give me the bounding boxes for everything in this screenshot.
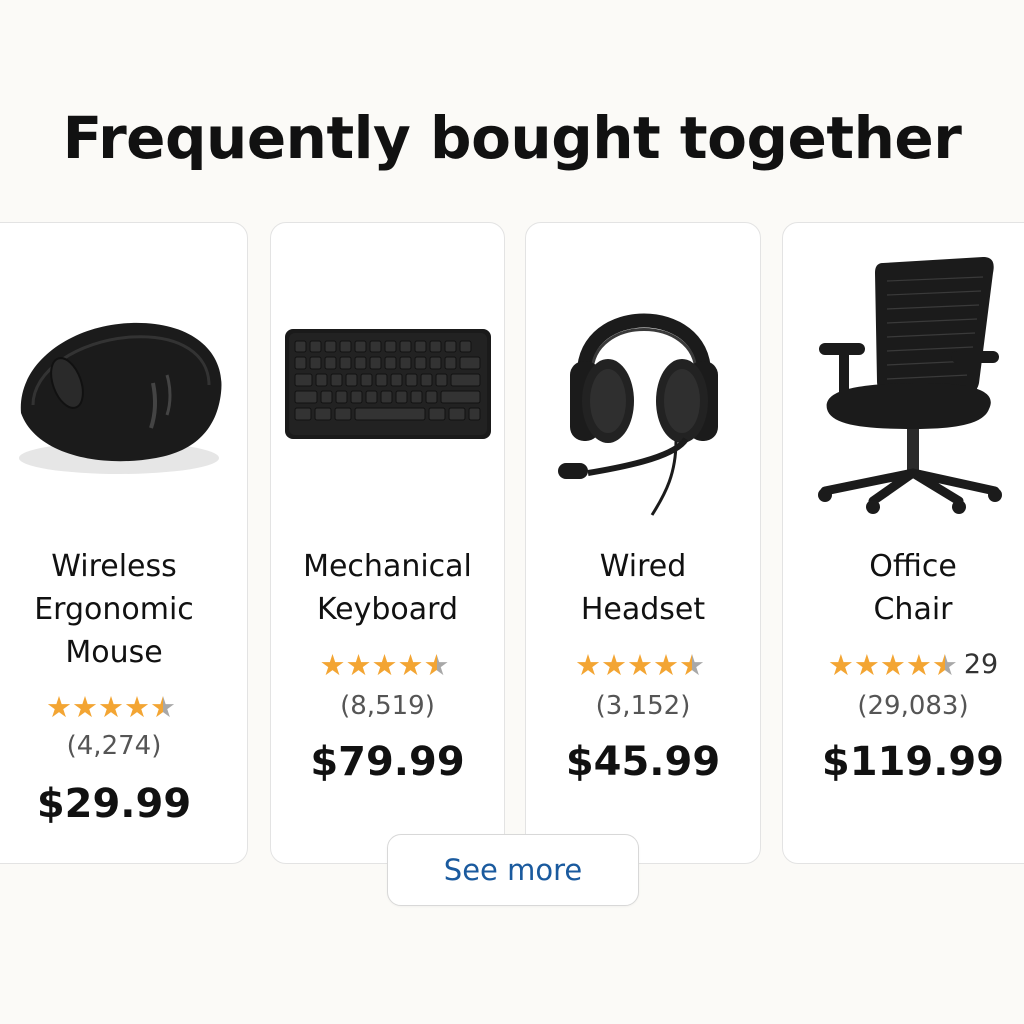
product-price: $119.99 (821, 739, 1005, 785)
product-card-headset[interactable]: Wired Headset ★★★★★ (3,152) $45.99 (525, 222, 761, 864)
section-title: Frequently bought together (62, 104, 962, 172)
headset-icon (558, 313, 718, 516)
half-star-icon: ★ (150, 690, 176, 724)
page: Frequently bought together Wireless Ergo… (0, 0, 1024, 1024)
star-icon: ★ (98, 690, 124, 724)
rating-extra: 29 (963, 649, 999, 680)
product-rating: ★★★★★ (0, 691, 247, 723)
star-icon: ★ (319, 648, 346, 682)
star-icon: ★ (371, 648, 398, 682)
star-icon: ★ (345, 648, 372, 682)
product-card-keyboard[interactable]: Mechanical Keyboard ★★★★★ (8,519) $79.99 (270, 222, 505, 864)
star-icon: ★ (575, 648, 601, 682)
product-price: $79.99 (310, 739, 465, 785)
star-icon: ★ (853, 648, 880, 682)
product-image-headset[interactable] (526, 233, 760, 533)
star-icon: ★ (627, 648, 653, 682)
product-price: $45.99 (565, 739, 721, 785)
star-icon: ★ (397, 648, 424, 682)
review-count[interactable]: (4,274) (0, 731, 247, 761)
keyboard-icon (285, 329, 491, 439)
star-icon: ★ (905, 648, 932, 682)
star-icon: ★ (46, 690, 72, 724)
half-star-icon: ★ (931, 648, 958, 682)
half-star-icon: ★ (423, 648, 450, 682)
product-rating: ★★★★★ 29 (783, 649, 1024, 681)
product-image-office-chair[interactable] (783, 233, 1024, 533)
star-icon: ★ (827, 648, 854, 682)
product-image-mouse[interactable] (0, 233, 247, 533)
product-price: $29.99 (36, 781, 192, 827)
review-count[interactable]: (3,152) (526, 691, 760, 721)
product-name[interactable]: Mechanical Keyboard (271, 545, 504, 631)
office-chair-icon (818, 257, 1002, 514)
product-name[interactable]: Wireless Ergonomic Mouse (0, 545, 247, 674)
star-icon: ★ (601, 648, 627, 682)
product-name[interactable]: Office Chair (783, 545, 1024, 631)
review-count[interactable]: (29,083) (783, 691, 1024, 721)
product-rating: ★★★★★ (526, 649, 760, 681)
star-icon: ★ (653, 648, 679, 682)
product-card-mouse[interactable]: Wireless Ergonomic Mouse ★★★★★ (4,274) $… (0, 222, 248, 864)
see-more-button[interactable]: See more (387, 834, 639, 906)
mouse-icon (19, 322, 222, 474)
product-rating: ★★★★★ (271, 649, 504, 681)
star-icon: ★ (124, 690, 150, 724)
product-image-keyboard[interactable] (271, 233, 504, 533)
star-icon: ★ (879, 648, 906, 682)
review-count[interactable]: (8,519) (271, 691, 504, 721)
product-card-office-chair[interactable]: Office Chair ★★★★★ 29 (29,083) $119.99 (782, 222, 1024, 864)
star-icon: ★ (72, 690, 98, 724)
half-star-icon: ★ (679, 648, 705, 682)
product-name[interactable]: Wired Headset (526, 545, 760, 631)
